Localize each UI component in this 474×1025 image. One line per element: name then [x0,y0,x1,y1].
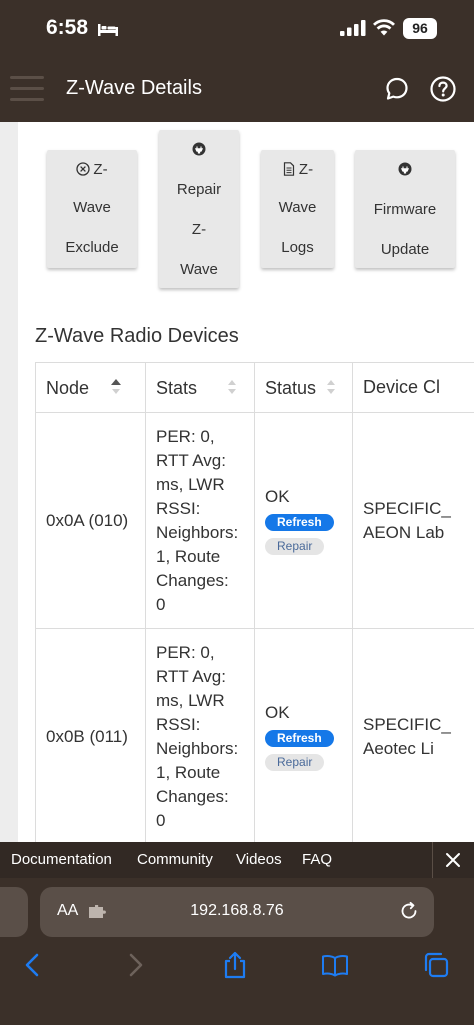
divider [432,842,433,878]
share-icon[interactable] [220,950,250,980]
help-icon[interactable] [429,75,457,103]
battery-indicator: 96 [403,18,437,39]
firmware-update-button[interactable]: Firmware Update [355,150,455,268]
table-row: 0x0A (010) PER: 0, RTT Avg: ms, LWR RSSI… [35,412,474,629]
app-header: Z-Wave Details [0,60,474,122]
bed-icon [98,24,118,36]
wifi-icon [373,19,395,36]
node-cell: 0x0A (010) [35,412,146,629]
table-header-row: Node Stats Status Device Cl [35,362,474,413]
clock: 6:58 [46,16,89,39]
refresh-button[interactable]: Refresh [265,729,334,747]
devices-table: Node Stats Status Device Cl 0x0A (010) P… [35,362,474,842]
quick-links-bar: Documentation Community Videos FAQ [0,842,474,878]
status-cell: OK Refresh Repair [254,412,353,629]
repair-button[interactable]: Repair [265,753,325,771]
plug-icon [398,162,412,176]
reload-icon[interactable] [398,900,420,922]
node-cell: 0x0B (011) [35,628,146,842]
status-text: OK [265,486,290,506]
refresh-button[interactable]: Refresh [265,513,334,531]
sort-icon [228,379,237,394]
chat-icon[interactable] [384,76,410,102]
sort-icon [111,378,122,394]
previous-tab[interactable] [0,887,28,937]
column-header-stats[interactable]: Stats [145,362,255,413]
bookmarks-icon[interactable] [320,950,350,980]
device-class-cell: SPECIFIC_ AEON Lab [352,412,474,629]
url-text: 192.168.8.76 [190,902,284,919]
cellular-signal-icon [340,20,366,36]
zwave-exclude-button[interactable]: Z- Wave Exclude [47,150,137,268]
plug-icon [192,142,206,156]
sort-icon [327,379,336,394]
address-bar[interactable]: AA 192.168.8.76 [40,887,434,937]
repair-button[interactable]: Repair [265,537,325,555]
section-title: Z-Wave Radio Devices [35,325,239,347]
repair-zwave-button[interactable]: Repair Z- Wave [159,130,239,288]
page-content: Z- Wave Exclude Repair Z- Wave Z- Wave L… [0,122,474,842]
videos-link[interactable]: Videos [236,851,282,868]
column-header-status[interactable]: Status [254,362,353,413]
details-card: Z- Wave Exclude Repair Z- Wave Z- Wave L… [18,122,474,842]
status-cell: OK Refresh Repair [254,628,353,842]
zwave-logs-button[interactable]: Z- Wave Logs [261,150,334,268]
page-title: Z-Wave Details [66,77,202,99]
status-text: OK [265,702,290,722]
stats-cell: PER: 0, RTT Avg: ms, LWR RSSI: Neighbors… [145,412,255,629]
close-icon[interactable] [442,849,464,871]
exclude-icon [76,162,91,176]
menu-icon[interactable] [10,76,44,102]
faq-link[interactable]: FAQ [302,851,332,868]
table-row: 0x0B (011) PER: 0, RTT Avg: ms, LWR RSSI… [35,628,474,842]
back-icon[interactable] [18,950,48,980]
tabs-icon[interactable] [421,950,451,980]
stats-cell: PER: 0, RTT Avg: ms, LWR RSSI: Neighbors… [145,628,255,842]
column-header-node[interactable]: Node [35,362,146,413]
column-header-device-class[interactable]: Device Cl [352,362,474,413]
document-icon [283,162,295,176]
status-bar: 6:58 96 [0,0,474,60]
forward-icon[interactable] [120,950,150,980]
community-link[interactable]: Community [137,851,213,868]
browser-toolbar: AA 192.168.8.76 [0,878,474,1025]
device-class-cell: SPECIFIC_ Aeotec Li [352,628,474,842]
documentation-link[interactable]: Documentation [11,851,112,868]
